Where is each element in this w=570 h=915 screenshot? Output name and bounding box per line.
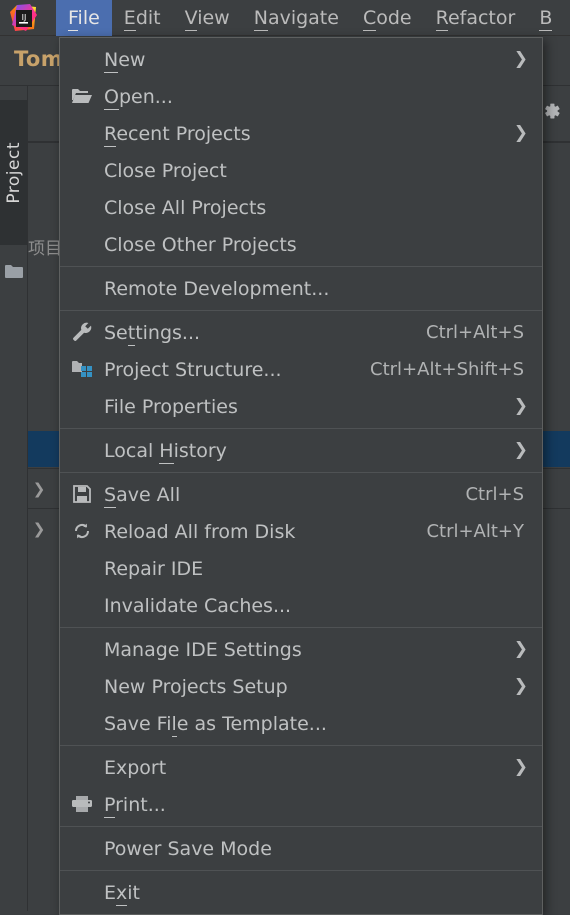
chevron-right-icon: ❯ — [32, 520, 46, 538]
chevron-right-icon: ❯ — [513, 676, 528, 696]
tool-window-button-project-label: Project — [3, 141, 24, 204]
menu-item-close-project-label: Close Project — [104, 159, 227, 182]
menu-navigate-mnemonic: N — [253, 6, 268, 31]
menu-item-exit[interactable]: Exit — [60, 874, 542, 911]
menu-item-new-projects-setup[interactable]: New Projects Setup ❯ — [60, 668, 542, 705]
menu-item-invalidate-caches-label: Invalidate Caches... — [104, 594, 292, 617]
menu-build-mnemonic: B — [539, 6, 553, 31]
menu-item-close-all-projects-label: Close All Projects — [104, 196, 267, 219]
menu-item-settings-shortcut: Ctrl+Alt+S — [426, 322, 524, 343]
save-icon — [70, 482, 94, 506]
menu-item-save-all-shortcut: Ctrl+S — [465, 484, 524, 505]
menu-item-project-structure[interactable]: Project Structure... Ctrl+Alt+Shift+S — [60, 351, 542, 388]
tool-window-button-project[interactable]: Project — [0, 100, 27, 245]
menu-item-power-save-mode-label: Power Save Mode — [104, 837, 272, 860]
menu-item-repair-ide-label: Repair IDE — [104, 557, 204, 580]
menu-item-local-history[interactable]: Local History ❯ — [60, 432, 542, 469]
menu-item-save-file-as-template[interactable]: Save File as Template... — [60, 705, 542, 742]
menu-refactor[interactable]: Refactor — [424, 0, 528, 36]
menu-item-save-all[interactable]: Save All Ctrl+S — [60, 476, 542, 513]
menu-code-mnemonic: C — [362, 6, 377, 31]
svg-text:IJ: IJ — [22, 13, 27, 22]
chevron-right-icon: ❯ — [513, 639, 528, 659]
menu-item-new-label: New — [104, 48, 146, 73]
chevron-right-icon: ❯ — [513, 396, 528, 416]
menu-item-reload-all-from-disk[interactable]: Reload All from Disk Ctrl+Alt+Y — [60, 513, 542, 550]
menu-item-remote-development[interactable]: Remote Development... — [60, 270, 542, 307]
menu-item-reload-all-from-disk-label: Reload All from Disk — [104, 520, 296, 543]
menu-item-open[interactable]: Open... — [60, 78, 542, 115]
menu-item-close-all-projects[interactable]: Close All Projects — [60, 189, 542, 226]
menu-item-invalidate-caches[interactable]: Invalidate Caches... — [60, 587, 542, 624]
menu-item-file-properties[interactable]: File Properties ❯ — [60, 388, 542, 425]
menu-item-settings-label: Settings... — [104, 321, 201, 346]
menu-item-export[interactable]: Export ❯ — [60, 749, 542, 786]
menu-separator — [60, 266, 542, 267]
wrench-icon — [70, 320, 94, 344]
menu-refactor-mnemonic: R — [435, 6, 448, 31]
menu-code[interactable]: Code — [351, 0, 424, 36]
menu-item-reload-all-from-disk-shortcut: Ctrl+Alt+Y — [426, 521, 524, 542]
gear-icon[interactable] — [540, 100, 562, 122]
menu-separator — [60, 745, 542, 746]
menu-item-close-other-projects-label: Close Other Projects — [104, 233, 297, 256]
chevron-right-icon: ❯ — [32, 480, 46, 498]
menu-item-repair-ide[interactable]: Repair IDE — [60, 550, 542, 587]
menu-file[interactable]: File — [56, 0, 112, 36]
chevron-right-icon: ❯ — [513, 757, 528, 777]
menu-item-manage-ide-settings-label: Manage IDE Settings — [104, 638, 302, 661]
open-folder-icon — [70, 84, 94, 108]
menu-view[interactable]: View — [173, 0, 242, 36]
menu-file-rest: ile — [77, 6, 100, 29]
menu-separator — [60, 627, 542, 628]
chevron-right-icon: ❯ — [513, 440, 528, 460]
background-partial-text: 项目 — [28, 239, 62, 259]
menu-item-new-projects-setup-label: New Projects Setup — [104, 675, 288, 698]
menu-navigate[interactable]: Navigate — [242, 0, 351, 36]
menu-separator — [60, 310, 542, 311]
menu-item-save-file-as-template-label: Save File as Template... — [104, 712, 327, 737]
menu-separator — [60, 428, 542, 429]
menu-item-print-label: Print... — [104, 793, 166, 818]
menu-bar: IJ File Edit View Navigate Code Refactor… — [0, 0, 570, 36]
menu-item-settings[interactable]: Settings... Ctrl+Alt+S — [60, 314, 542, 351]
menu-item-print[interactable]: Print... — [60, 786, 542, 823]
menu-item-close-project[interactable]: Close Project — [60, 152, 542, 189]
menu-item-remote-development-label: Remote Development... — [104, 277, 330, 300]
left-tool-strip: Project — [0, 86, 28, 911]
menu-item-project-structure-label: Project Structure... — [104, 358, 282, 381]
menu-edit[interactable]: Edit — [112, 0, 173, 36]
project-name: Tom — [14, 47, 64, 71]
menu-item-exit-label: Exit — [104, 881, 140, 906]
menu-edit-mnemonic: E — [123, 6, 136, 31]
menu-view-mnemonic: V — [184, 6, 198, 31]
file-menu-dropdown: New ❯ Open... Recent Projects ❯ Close Pr… — [59, 37, 543, 915]
menu-item-manage-ide-settings[interactable]: Manage IDE Settings ❯ — [60, 631, 542, 668]
chevron-right-icon: ❯ — [513, 49, 528, 69]
menu-item-close-other-projects[interactable]: Close Other Projects — [60, 226, 542, 263]
menu-file-mnemonic: F — [68, 6, 78, 31]
menu-item-save-all-label: Save All — [104, 483, 181, 508]
intellij-idea-logo-icon: IJ — [8, 3, 38, 33]
menu-item-new[interactable]: New ❯ — [60, 41, 542, 78]
menu-separator — [60, 870, 542, 871]
menu-item-recent-projects-label: Recent Projects — [104, 122, 251, 147]
project-structure-icon — [70, 357, 94, 381]
chevron-right-icon: ❯ — [513, 123, 528, 143]
menu-item-project-structure-shortcut: Ctrl+Alt+Shift+S — [370, 359, 524, 380]
folder-icon[interactable] — [5, 264, 23, 279]
menu-item-power-save-mode[interactable]: Power Save Mode — [60, 830, 542, 867]
menu-item-open-label: Open... — [104, 85, 173, 110]
menu-separator — [60, 826, 542, 827]
menu-item-export-label: Export — [104, 756, 167, 779]
menu-item-recent-projects[interactable]: Recent Projects ❯ — [60, 115, 542, 152]
menu-build[interactable]: B — [527, 0, 564, 36]
menu-separator — [60, 472, 542, 473]
printer-icon — [70, 792, 94, 816]
menu-item-local-history-label: Local History — [104, 439, 227, 464]
reload-icon — [70, 519, 94, 543]
menu-item-file-properties-label: File Properties — [104, 395, 238, 418]
